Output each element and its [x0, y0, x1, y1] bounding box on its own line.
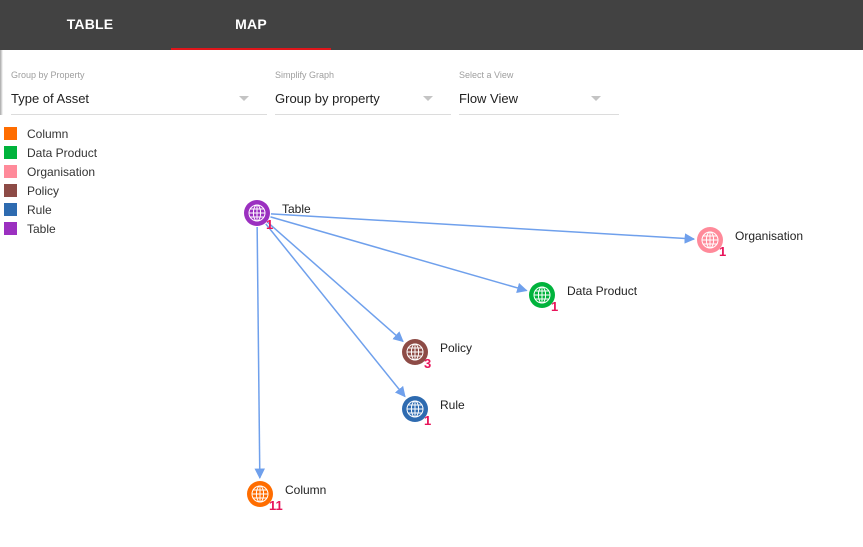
globe-icon	[406, 343, 424, 361]
node-count-badge: 3	[424, 356, 431, 371]
node-count-badge: 1	[266, 217, 273, 232]
edge-table-to-column	[254, 226, 265, 480]
node-label: Column	[285, 483, 326, 497]
globe-icon	[533, 286, 551, 304]
edges-layer	[254, 213, 696, 480]
node-count-badge: 11	[269, 498, 283, 513]
graph-node-policy[interactable]: 3 Policy	[402, 339, 472, 371]
edge-table-to-policy	[267, 221, 404, 343]
graph-canvas[interactable]: 1 Table 1 Organisation 1 Data Product 3 Policy 1…	[0, 0, 863, 547]
globe-icon	[701, 231, 719, 249]
node-label: Policy	[440, 341, 472, 355]
edge-table-to-data-product	[270, 216, 528, 294]
graph-node-column[interactable]: 11Column	[247, 481, 326, 513]
node-label: Table	[282, 202, 311, 216]
node-count-badge: 1	[551, 299, 558, 314]
node-count-badge: 1	[424, 413, 431, 428]
graph-node-rule[interactable]: 1 Rule	[402, 396, 465, 428]
graph-node-organisation[interactable]: 1 Organisation	[697, 227, 803, 259]
nodes-layer: 1 Table 1 Organisation 1 Data Product 3 Policy 1…	[244, 200, 803, 513]
globe-icon	[248, 204, 266, 222]
graph-node-data-product[interactable]: 1 Data Product	[529, 282, 638, 314]
globe-icon	[251, 485, 269, 503]
node-label: Data Product	[567, 284, 638, 298]
node-count-badge: 1	[719, 244, 726, 259]
node-label: Rule	[440, 398, 465, 412]
globe-icon	[406, 400, 424, 418]
node-label: Organisation	[735, 229, 803, 243]
